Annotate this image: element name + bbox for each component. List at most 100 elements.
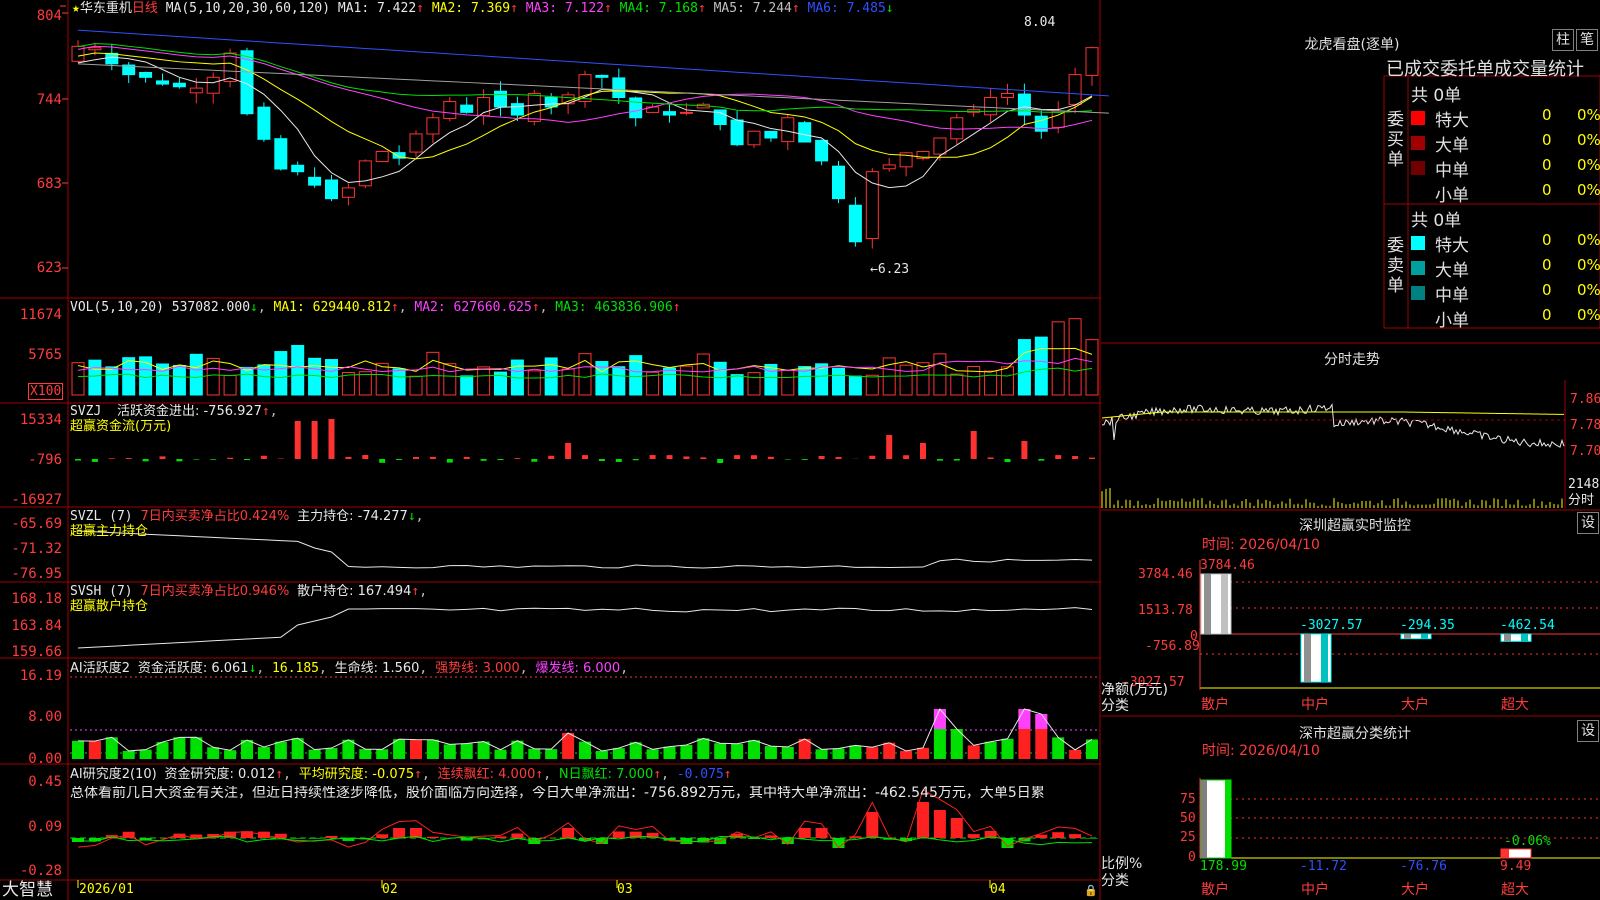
activity-bar-green	[646, 749, 659, 759]
activity-bar-red	[917, 747, 929, 759]
activity-bar-green	[781, 746, 794, 759]
flow-bar-out	[446, 459, 453, 463]
candle-down	[325, 179, 338, 200]
svsh-ratio: 7日内买卖净占比0.946%	[140, 584, 290, 599]
flow-bar-in	[886, 435, 893, 459]
period-label[interactable]: 日线	[132, 1, 158, 16]
activity-bar-green	[139, 749, 152, 759]
flow-bar-in	[1089, 457, 1095, 459]
bar-mode-button[interactable]: 柱	[1552, 29, 1574, 51]
flow-bar-in	[345, 456, 352, 459]
research-bar-up	[764, 835, 777, 838]
vol-bar-up	[426, 351, 440, 396]
activity-bar-green	[207, 747, 220, 759]
research-bar-up	[967, 834, 980, 838]
activity-bar-red	[88, 741, 101, 759]
lock-icon[interactable]: 🔒	[1084, 883, 1098, 898]
activity-bar-green	[325, 748, 338, 759]
activity-bar-green	[426, 739, 439, 759]
tick-mode-button[interactable]: 笔	[1576, 29, 1598, 51]
vol-bar-down	[240, 366, 254, 396]
flow-bar-out	[784, 459, 791, 460]
flow-bar-in	[328, 419, 335, 459]
svzl-axis-label: -71.32	[11, 541, 62, 557]
category-label: 散户	[1201, 882, 1229, 898]
vol-label: VOL(5,10,20)	[70, 300, 164, 315]
sz-stats-axis: 0	[1188, 850, 1196, 865]
flow-bar-in	[311, 421, 318, 459]
ai2-axis-label: 0.00	[28, 751, 62, 767]
research-bar-up	[325, 835, 338, 838]
ma-value-5: MA5: 7.244	[705, 1, 792, 16]
intraday-axis-label: 7.86	[1570, 392, 1600, 407]
flow-bar-in	[260, 455, 267, 459]
flow-bar-in	[565, 443, 572, 459]
high-price-mark: 8.04	[1024, 15, 1056, 30]
flow-bar-out	[598, 459, 605, 461]
flow-bar-out	[244, 459, 250, 461]
flow-bar-in	[920, 443, 926, 459]
vol-bar-up	[781, 369, 795, 396]
category-label: 大户	[1401, 882, 1429, 898]
sz-monitor-title: 深圳超赢实时监控	[1299, 518, 1411, 534]
sell-row-p: 0%	[1577, 231, 1600, 249]
vol-bar-up	[409, 375, 423, 396]
intraday-vol-label: 2148	[1568, 477, 1600, 492]
flow-bar-out	[379, 459, 386, 463]
svzl-arrow: ↓	[407, 509, 416, 524]
candle-down	[291, 164, 305, 173]
star-icon[interactable]: ★	[72, 1, 80, 16]
activity-bar-green	[697, 738, 710, 759]
main-hold-line	[77, 530, 1093, 569]
brand-logo[interactable]: 大智慧	[2, 880, 53, 900]
stats-bar-shade	[1501, 849, 1509, 858]
activity-bar-green	[257, 747, 270, 759]
flow-bar-in	[835, 457, 842, 459]
category-label: 中户	[1301, 697, 1329, 713]
air-nday: N日飘红: 7.000	[558, 767, 654, 782]
sz-monitor-settings-button[interactable]: 设	[1577, 512, 1599, 534]
buy-row-v: 0	[1542, 156, 1552, 174]
activity-bar-green	[595, 750, 608, 759]
flow-bar-in	[413, 456, 419, 459]
research-bar-up	[612, 831, 625, 838]
air-axis-label: 0.45	[28, 774, 62, 790]
ai2-axis-label: 16.19	[19, 668, 62, 684]
ma-label: MA(5,10,20,30,60,120)	[165, 1, 331, 16]
activity-bar-green	[663, 746, 676, 759]
stock-chart-canvas[interactable]	[0, 0, 1600, 900]
candle-up	[865, 171, 879, 240]
sz-stats-settings-button[interactable]: 设	[1577, 720, 1599, 742]
flow-bar-out	[210, 459, 217, 460]
flow-bar-out	[480, 459, 487, 461]
vol-bar-up	[477, 366, 491, 396]
svsh-axis-label: 159.66	[11, 644, 62, 660]
sell-row-p: 0%	[1577, 281, 1600, 299]
flow-bar-in	[987, 457, 994, 459]
candle-down	[172, 82, 186, 88]
buy-total: 共 0单	[1411, 86, 1462, 106]
buy-row-v: 0	[1542, 106, 1552, 124]
intraday-time-tab[interactable]: 分时	[1568, 493, 1594, 508]
flow-bar-out	[1004, 459, 1011, 463]
flow-bar-in	[429, 456, 436, 459]
flow-bar-out	[497, 459, 504, 461]
monitor-bar-shade	[1204, 574, 1211, 634]
sell-side-label: 委卖单	[1387, 236, 1404, 296]
flow-bar-out	[396, 459, 403, 460]
vol-bar-up	[747, 372, 761, 396]
candle-down	[848, 204, 862, 243]
lhb-stat-title: 已成交委托单成交量统计	[1386, 59, 1584, 80]
sell-row-p: 0%	[1577, 306, 1600, 324]
flow-bar-in	[463, 456, 470, 459]
flow-bar-in	[734, 455, 741, 459]
svsh-arrow: ↑	[411, 584, 420, 599]
vol-unit-badge[interactable]: X100	[28, 383, 64, 400]
research-bar-up	[511, 833, 524, 838]
flow-bar-in	[818, 455, 825, 459]
candle-up	[206, 76, 220, 94]
research-bar-down	[832, 838, 845, 848]
svzj-axis-label: -796	[28, 452, 62, 468]
date-label: 04	[990, 882, 1006, 897]
ai2-life: 生命线: 1.560	[334, 661, 420, 676]
